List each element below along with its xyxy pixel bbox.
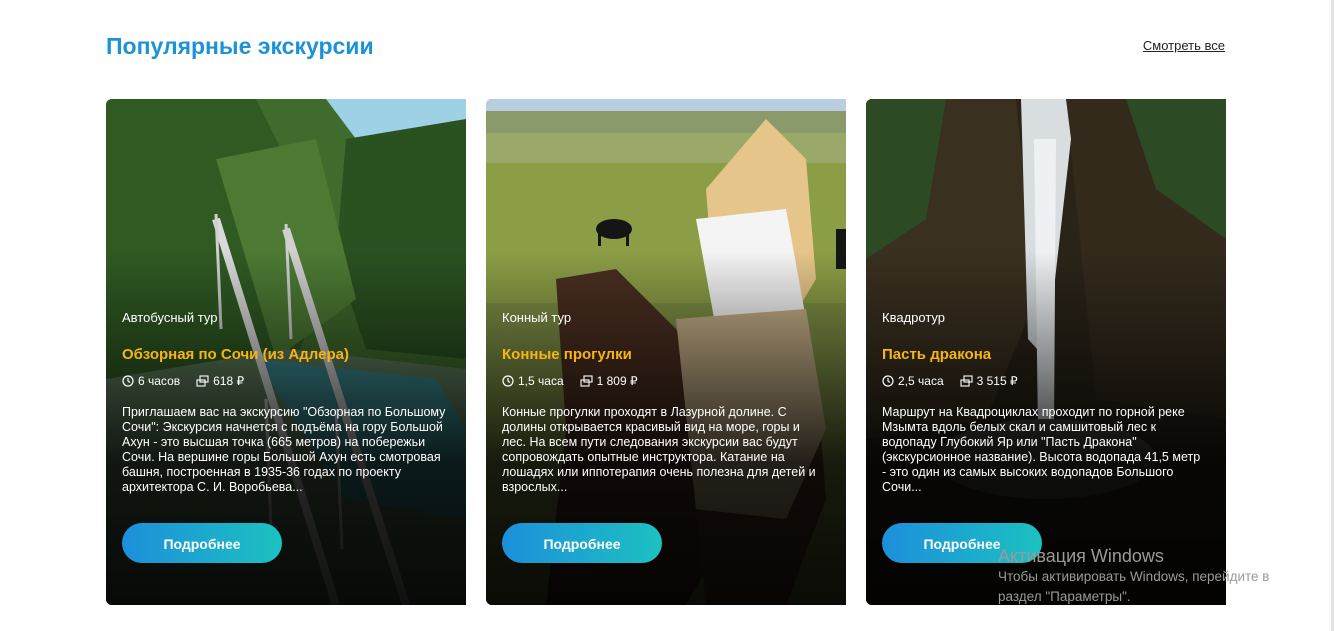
watermark-line: Чтобы активировать Windows, перейдите в [998,569,1270,584]
card-duration: 2,5 часа [898,374,944,388]
card-category: Автобусный тур [122,310,218,325]
card-meta: 1,5 часа 1 809 ₽ [502,373,830,389]
card-price: 3 515 ₽ [976,374,1018,388]
windows-activation-watermark: Активация Windows Чтобы активировать Win… [998,545,1269,607]
watermark-title: Активация Windows [998,546,1164,566]
page-title: Популярные экскурсии [106,33,374,59]
card-title[interactable]: Пасть дракона [882,346,1210,364]
card-title[interactable]: Конные прогулки [502,346,830,364]
card-duration: 1,5 часа [518,374,564,388]
card-description: Приглашаем вас на экскурсию "Обзорная по… [122,405,446,494]
card-price: 1 809 ₽ [596,374,638,388]
card-description: Маршрут на Квадроциклах проходит по горн… [882,405,1201,494]
excursion-cards: Автобусный тур Обзорная по Сочи (из Адле… [106,99,1226,605]
excursion-card[interactable]: Квадротур Пасть дракона 2,5 часа 3 515 ₽… [866,99,1226,605]
clock-icon [502,375,514,387]
details-button[interactable]: Подробнее [502,523,662,563]
see-all-link[interactable]: Смотреть все [1143,38,1225,54]
money-icon [196,375,209,387]
money-icon [580,375,593,387]
card-title[interactable]: Обзорная по Сочи (из Адлера) [122,346,450,364]
excursion-card[interactable]: Конный тур Конные прогулки 1,5 часа 1 80… [486,99,846,605]
details-button[interactable]: Подробнее [122,523,282,563]
card-category: Конный тур [502,310,572,325]
card-description: Конные прогулки проходят в Лазурной доли… [502,405,816,494]
card-category: Квадротур [882,310,946,325]
money-icon [960,375,973,387]
card-duration: 6 часов [138,374,181,388]
card-meta: 6 часов 618 ₽ [122,373,450,389]
watermark-line: раздел "Параметры". [998,589,1131,604]
excursion-card[interactable]: Автобусный тур Обзорная по Сочи (из Адле… [106,99,466,605]
clock-icon [122,375,134,387]
card-price: 618 ₽ [213,374,245,388]
card-meta: 2,5 часа 3 515 ₽ [882,373,1210,389]
clock-icon [882,375,894,387]
